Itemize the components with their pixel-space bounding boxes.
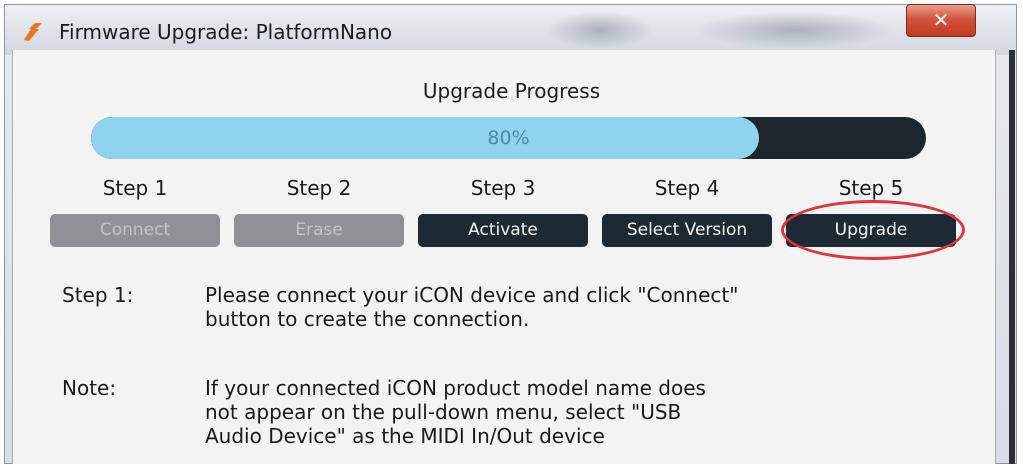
upgrade-highlight-ring (781, 200, 965, 260)
instruction-step-label: Step 1: (62, 283, 134, 307)
activate-button[interactable]: Activate (418, 214, 588, 247)
title-bar[interactable]: Firmware Upgrade: PlatformNano (5, 5, 1016, 55)
close-icon: ✕ (932, 8, 950, 32)
step-2-label: Step 2 (286, 176, 352, 200)
erase-button[interactable]: Erase (234, 214, 404, 247)
progress-bar: 80% (91, 117, 926, 159)
instruction-note-line: Audio Device" as the MIDI In/Out device (205, 424, 605, 448)
window-edge (1009, 50, 1015, 464)
close-button[interactable]: ✕ (906, 4, 976, 37)
connect-button[interactable]: Connect (50, 214, 220, 247)
step-5-label: Step 5 (838, 176, 904, 200)
step-4-label: Step 4 (654, 176, 720, 200)
title-bar-background-blur (695, 11, 895, 49)
select-version-button[interactable]: Select Version (602, 214, 772, 247)
instruction-note-label: Note: (62, 376, 117, 400)
step-3-label: Step 3 (470, 176, 536, 200)
title-bar-background-blur (545, 11, 655, 49)
step-1-label: Step 1 (102, 176, 168, 200)
instruction-note-line: not appear on the pull-down menu, select… (205, 400, 682, 424)
instruction-step-text: Please connect your iCON device and clic… (205, 283, 905, 331)
window-title: Firmware Upgrade: PlatformNano (59, 20, 393, 44)
progress-heading: Upgrade Progress (422, 79, 601, 103)
instruction-step-line: button to create the connection. (205, 307, 530, 331)
instruction-step-line: Please connect your iCON device and clic… (205, 283, 739, 307)
app-logo-icon (24, 23, 42, 41)
instruction-note-line: If your connected iCON product model nam… (205, 376, 706, 400)
progress-percent-label: 80% (487, 127, 530, 149)
instruction-note-text: If your connected iCON product model nam… (205, 376, 905, 448)
